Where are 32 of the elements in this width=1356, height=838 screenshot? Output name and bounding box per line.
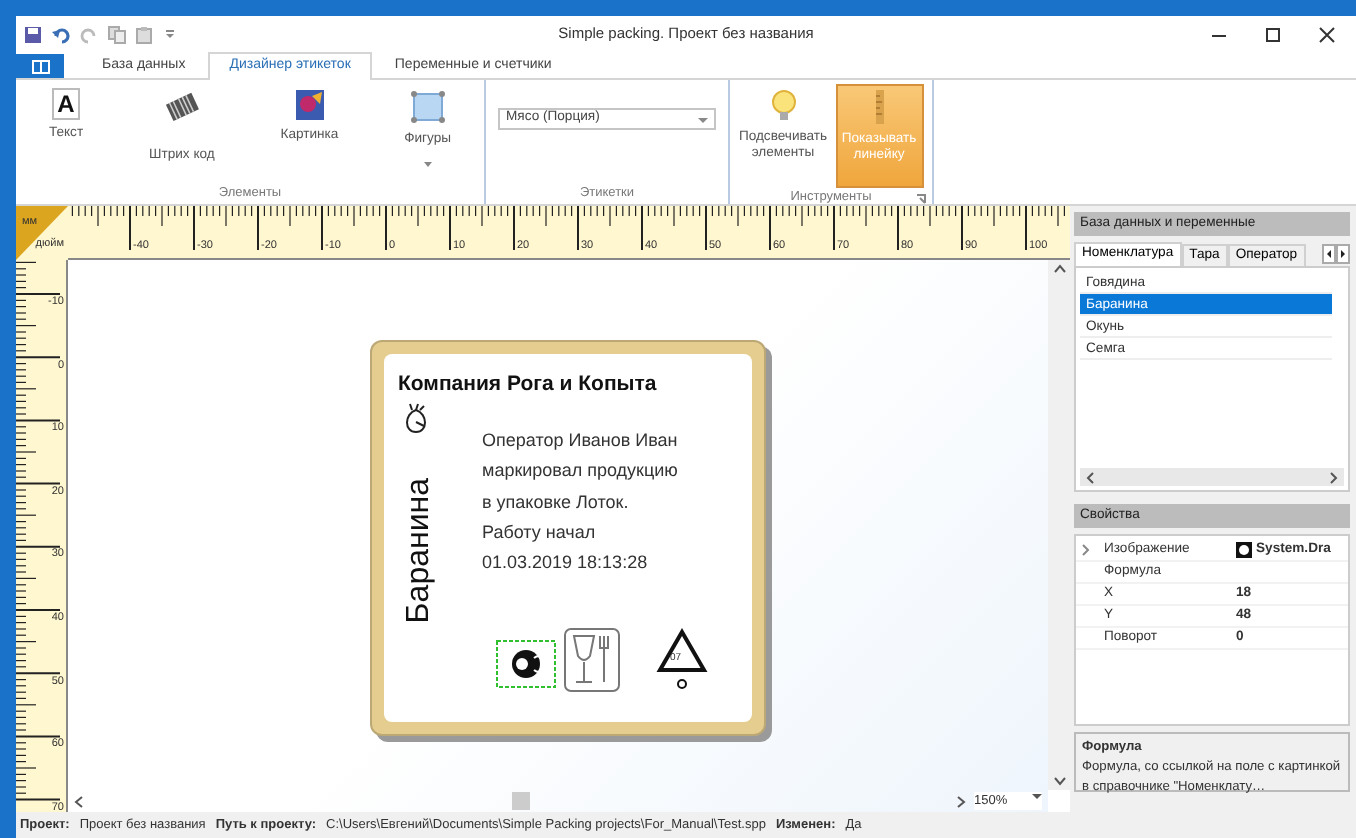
sack-icon	[402, 402, 430, 434]
file-menu-button[interactable]	[16, 54, 64, 78]
scroll-down-icon[interactable]	[1053, 776, 1065, 786]
scroll-right-icon[interactable]	[1330, 471, 1338, 483]
lightbulb-icon	[769, 88, 797, 122]
shapes-icon	[407, 88, 448, 126]
text-tool-icon: A	[52, 88, 81, 120]
maximize-icon	[1261, 25, 1283, 43]
company-name: Компания Рога и Копыта	[398, 370, 657, 400]
caret-icon	[1032, 791, 1042, 800]
close-icon	[1315, 25, 1337, 43]
tab-scroll-arrows-icon[interactable]	[1322, 244, 1350, 264]
product-name: Баранина	[400, 478, 438, 624]
scroll-left-icon[interactable]	[74, 795, 84, 807]
image-thumbnail-icon	[1236, 542, 1252, 558]
dialog-launcher-icon[interactable]	[916, 193, 926, 204]
customize-menu-icon[interactable]	[164, 28, 176, 40]
glass-fork-icon	[564, 628, 620, 692]
certification-mark-icon	[496, 640, 556, 688]
recycling-icon	[656, 628, 708, 692]
save-icon[interactable]	[24, 25, 42, 43]
scrollbar-thumb[interactable]	[511, 792, 529, 810]
scroll-up-icon[interactable]	[1053, 264, 1065, 274]
undo-icon[interactable]	[52, 25, 70, 43]
expand-icon[interactable]	[1082, 544, 1090, 556]
picture-icon	[293, 88, 326, 122]
caret-icon	[698, 115, 708, 123]
scroll-right-icon[interactable]	[956, 795, 966, 807]
label-text: Оператор Иванов Иван маркировал продукцию в упаковке Лоток. Работу начал 01.03.2019 18:13:28	[482, 428, 678, 577]
scroll-left-icon[interactable]	[1086, 471, 1094, 483]
ruler-icon	[875, 90, 883, 124]
book-icon	[31, 59, 49, 73]
